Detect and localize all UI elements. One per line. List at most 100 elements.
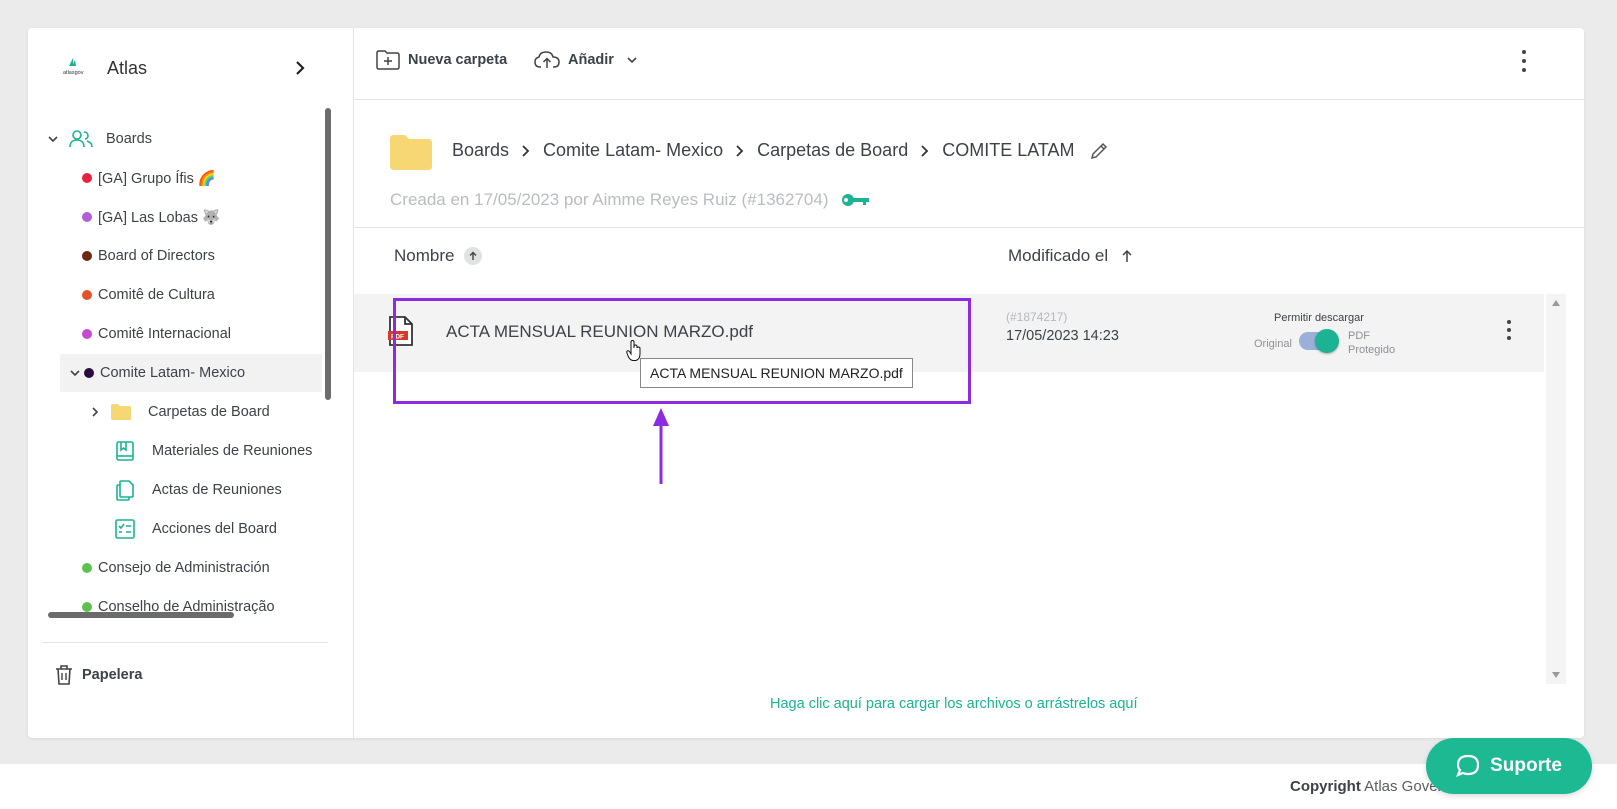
trash-button[interactable]: Papelera — [54, 664, 142, 686]
new-folder-button[interactable]: Nueva carpeta — [376, 50, 507, 70]
status-dot — [82, 563, 92, 573]
chat-bubble-icon — [1456, 754, 1480, 777]
atlas-logo: atlasgov — [63, 58, 84, 76]
upload-hint[interactable]: Haga clic aquí para cargar los archivos … — [770, 696, 1138, 712]
subitem-actas[interactable]: Actas de Reuniones — [42, 471, 322, 509]
folder-plus-icon — [376, 50, 400, 70]
breadcrumb-item[interactable]: Boards — [452, 140, 509, 161]
app-name: Atlas — [107, 58, 148, 78]
app-card: atlasgov Atlas Boards [GA] Grupo Ífis 🌈 … — [28, 28, 1584, 738]
add-label: Añadir — [568, 52, 614, 68]
sidebar-item-comite-cultura[interactable]: Comitê de Cultura — [42, 276, 322, 314]
download-toggle[interactable] — [1299, 329, 1339, 353]
chevron-down-icon — [627, 57, 637, 64]
status-dot — [82, 602, 92, 612]
main-content: Nueva carpeta Añadir Boards Comite Latam… — [354, 28, 1584, 738]
sidebar-section-label: Boards — [106, 131, 152, 147]
scroll-down-icon[interactable] — [1552, 672, 1560, 678]
sidebar-item-comite-latam[interactable]: Comite Latam- Mexico — [60, 354, 322, 392]
sidebar-item-label: Comitê Internacional — [98, 326, 231, 342]
sidebar-item-label: Comitê de Cultura — [98, 287, 215, 303]
folder-created-info: Creada en 17/05/2023 por Aimme Reyes Rui… — [390, 190, 871, 210]
column-header-name[interactable]: Nombre — [394, 246, 483, 266]
divider — [42, 642, 328, 643]
trash-icon — [56, 665, 72, 685]
status-dot — [84, 368, 94, 378]
sidebar-item-consejo[interactable]: Consejo de Administración — [42, 549, 322, 587]
chevron-down-icon[interactable] — [42, 128, 64, 150]
sidebar-item-label: Consejo de Administración — [98, 560, 270, 576]
original-label: Original — [1254, 338, 1292, 350]
sort-up-icon[interactable] — [1120, 248, 1134, 264]
permit-download-label: Permitir descargar — [1274, 312, 1364, 324]
breadcrumb: Boards Comite Latam- Mexico Carpetas de … — [452, 140, 1109, 161]
key-icon — [841, 194, 869, 206]
subitem-label: Actas de Reuniones — [152, 482, 282, 498]
created-text: Creada en 17/05/2023 por Aimme Reyes Rui… — [390, 190, 829, 209]
scroll-up-icon[interactable] — [1552, 300, 1560, 306]
breadcrumb-current: COMITE LATAM — [942, 140, 1075, 160]
chevron-right-icon — [735, 144, 745, 158]
chevron-right-icon[interactable] — [290, 56, 310, 80]
sidebar-section-boards[interactable]: Boards — [42, 120, 322, 158]
pencil-icon[interactable] — [1089, 141, 1109, 161]
add-button[interactable]: Añadir — [534, 50, 648, 70]
breadcrumb-item[interactable]: Comite Latam- Mexico — [543, 140, 723, 161]
subitem-acciones[interactable]: Acciones del Board — [42, 510, 322, 548]
subitem-label: Carpetas de Board — [148, 404, 270, 420]
logo-text: atlasgov — [63, 70, 84, 76]
highlight-box — [393, 298, 971, 404]
sidebar-item-label: Comite Latam- Mexico — [100, 365, 246, 381]
folder-icon — [111, 404, 131, 420]
chevron-right-icon — [521, 144, 531, 158]
file-id: (#1874217) — [1006, 310, 1068, 324]
sidebar-item-label: [GA] Las Lobas 🐺 — [98, 209, 221, 226]
status-dot — [82, 290, 92, 300]
support-button[interactable]: Suporte — [1426, 738, 1592, 794]
cloud-upload-icon — [534, 51, 560, 68]
sidebar-vertical-scrollbar[interactable] — [325, 108, 331, 400]
folder-header: Boards Comite Latam- Mexico Carpetas de … — [354, 100, 1584, 228]
board-tree: Boards [GA] Grupo Ífis 🌈 [GA] Las Lobas … — [42, 120, 338, 628]
sidebar-item-label: Board of Directors — [98, 248, 215, 264]
copyright: Copyright Atlas Gover 23 — [1290, 778, 1533, 795]
sidebar-item-label: [GA] Grupo Ífis 🌈 — [98, 170, 216, 187]
sort-up-icon[interactable] — [464, 247, 483, 265]
subitem-carpetas-de-board[interactable]: Carpetas de Board — [42, 393, 322, 431]
column-label: Modificado el — [1008, 246, 1109, 265]
status-dot — [82, 329, 92, 339]
row-options-icon[interactable] — [1506, 320, 1512, 340]
new-folder-label: Nueva carpeta — [408, 52, 508, 68]
trash-label: Papelera — [82, 667, 143, 683]
footer: Copyright Atlas Gover 23 — [0, 764, 1617, 809]
pdf-protected-label: PDF Protegido — [1348, 329, 1395, 357]
support-label: Suporte — [1490, 755, 1562, 776]
chevron-right-icon[interactable] — [84, 401, 106, 423]
sidebar-item-board-of-directors[interactable]: Board of Directors — [42, 237, 322, 275]
subitem-label: Materiales de Reuniones — [152, 443, 313, 459]
protected-label: Protegido — [1348, 344, 1396, 356]
toggle-knob — [1315, 329, 1339, 353]
documents-icon — [116, 480, 134, 501]
sidebar-item-conselho[interactable]: Conselho de Administração — [42, 588, 322, 626]
copyright-label: Copyright — [1290, 778, 1361, 795]
sidebar-item-las-lobas[interactable]: [GA] Las Lobas 🐺 — [42, 198, 322, 236]
users-icon — [69, 130, 93, 148]
sidebar-horizontal-scrollbar[interactable] — [48, 612, 234, 618]
sidebar-item-comite-internacional[interactable]: Comitê Internacional — [42, 315, 322, 353]
column-header-modified[interactable]: Modificado el — [1008, 246, 1134, 266]
table-header: Nombre Modificado el — [354, 228, 1584, 294]
folder-icon — [390, 135, 432, 170]
breadcrumb-item[interactable]: Carpetas de Board — [757, 140, 908, 161]
more-options-icon[interactable] — [1520, 50, 1528, 72]
subitem-label: Acciones del Board — [152, 521, 277, 537]
pdf-label: PDF — [1348, 330, 1370, 342]
sidebar-item-grupo-ifis[interactable]: [GA] Grupo Ífis 🌈 — [42, 159, 322, 197]
subitem-materiales[interactable]: Materiales de Reuniones — [42, 432, 322, 470]
chevron-down-icon[interactable] — [64, 362, 86, 384]
chevron-right-icon — [920, 144, 930, 158]
checklist-icon — [115, 519, 135, 539]
file-list-scrollbar[interactable] — [1546, 294, 1566, 684]
status-dot — [82, 251, 92, 261]
arrow-up-annotation — [653, 408, 669, 484]
